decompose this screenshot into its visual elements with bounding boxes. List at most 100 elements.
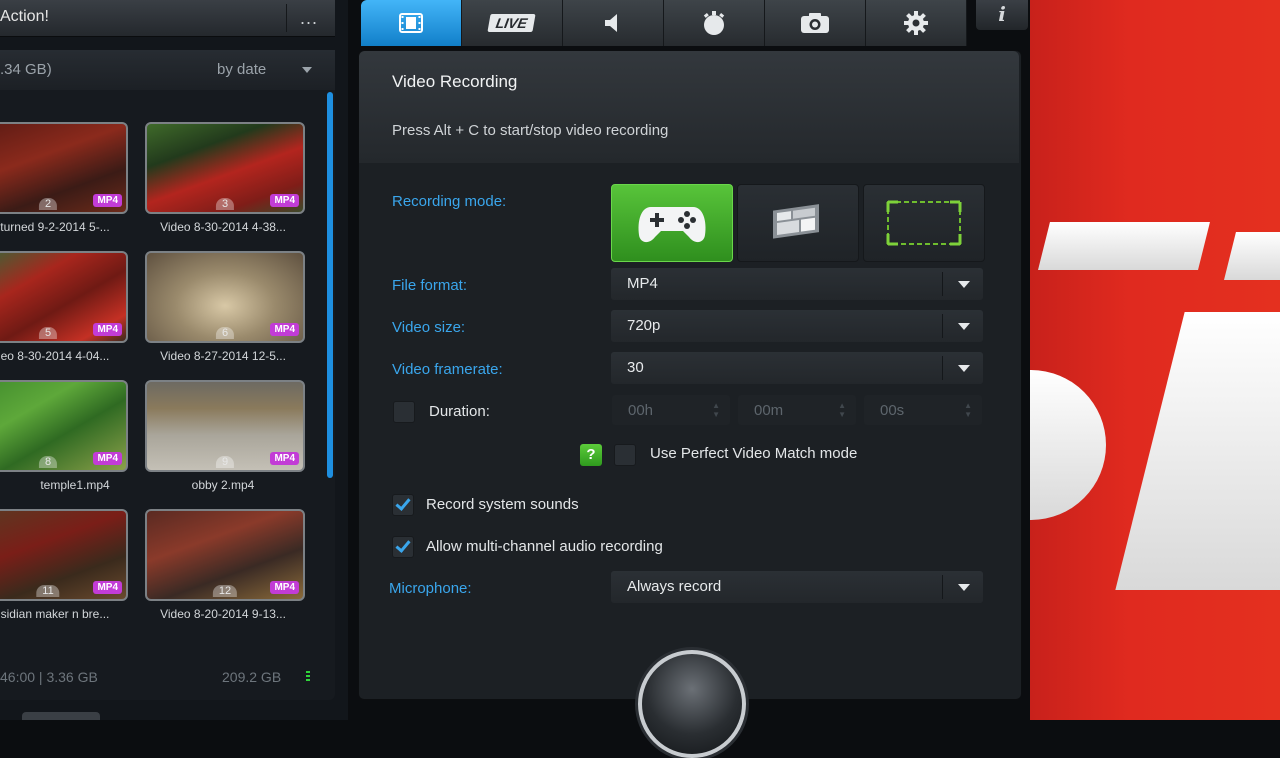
chevron-down-icon[interactable] — [302, 67, 312, 73]
recording-mode-label: Recording mode: — [392, 193, 507, 210]
list-scrollbar[interactable] — [327, 92, 333, 478]
tab-bar: LIVE — [361, 0, 967, 48]
video-thumbnail[interactable]: 3 MP4 — [145, 122, 305, 214]
settings-header — [359, 51, 1019, 163]
file-format-select[interactable]: MP4 — [611, 268, 983, 300]
system-sounds-checkbox[interactable] — [392, 494, 414, 516]
format-badge: MP4 — [93, 323, 122, 336]
perfect-match-checkbox[interactable] — [614, 444, 636, 466]
live-label: LIVE — [487, 14, 537, 32]
video-name: turned 9-2-2014 5-... — [0, 220, 110, 234]
framerate-value: 30 — [627, 359, 644, 376]
mode-desktop-button[interactable] — [737, 184, 859, 262]
chevron-down-icon — [958, 365, 970, 372]
region-select-icon — [886, 200, 962, 246]
film-icon — [399, 13, 423, 33]
video-size-select[interactable]: 720p — [611, 310, 983, 342]
divider — [942, 272, 943, 296]
duration-minutes-input[interactable]: 00m ▲ ▼ — [738, 395, 856, 425]
background-artwork — [1030, 0, 1280, 720]
multichannel-checkbox[interactable] — [392, 536, 414, 558]
duration-seconds-value: 00s — [880, 402, 905, 419]
video-name: temple1.mp4 — [40, 478, 110, 492]
artwork-shape — [1115, 312, 1280, 590]
more-menu-button[interactable]: ... — [286, 4, 331, 32]
tab-screenshot[interactable] — [765, 0, 866, 46]
gamepad-icon — [638, 207, 706, 243]
gear-icon — [904, 11, 928, 35]
chevron-down-icon — [958, 281, 970, 288]
multichannel-label: Allow multi-channel audio recording — [426, 538, 663, 555]
video-size-label: Video size: — [392, 319, 466, 336]
video-thumbnail[interactable]: 2 MP4 — [0, 122, 128, 214]
divider — [942, 314, 943, 338]
app-header — [0, 0, 335, 37]
thumbnail-number: 5 — [38, 327, 58, 339]
thumbnail-number: 11 — [36, 585, 60, 597]
system-sounds-label: Record system sounds — [426, 496, 579, 513]
video-thumbnail[interactable]: 11 MP4 — [0, 509, 128, 601]
thumbnail-number: 3 — [215, 198, 235, 210]
format-badge: MP4 — [93, 452, 122, 465]
stepper-arrows-icon: ▲ ▼ — [964, 401, 972, 419]
video-name: eo 8-30-2014 4-04... — [0, 349, 110, 363]
help-button[interactable]: ? — [580, 444, 602, 466]
microphone-label: Microphone: — [389, 580, 472, 597]
format-badge: MP4 — [93, 194, 122, 207]
duration-hours-input[interactable]: 00h ▲ ▼ — [612, 395, 730, 425]
free-space: 209.2 GB — [222, 669, 282, 685]
thumbnail-number: 6 — [215, 327, 235, 339]
sort-dropdown[interactable]: by date — [217, 61, 266, 78]
framerate-label: Video framerate: — [392, 361, 503, 378]
duration-checkbox[interactable] — [393, 401, 415, 423]
windows-desktop-icon — [773, 204, 819, 239]
tab-audio[interactable] — [563, 0, 664, 46]
duration-minutes-value: 00m — [754, 402, 784, 419]
divider — [942, 356, 943, 380]
thumbnail-number: 8 — [38, 456, 58, 468]
camera-icon — [801, 13, 829, 33]
framerate-select[interactable]: 30 — [611, 352, 983, 384]
mode-region-button[interactable] — [863, 184, 985, 262]
video-thumbnail[interactable]: 9 MP4 — [145, 380, 305, 472]
video-thumbnail[interactable]: 8 MP4 — [0, 380, 128, 472]
file-format-label: File format: — [392, 277, 468, 294]
record-button[interactable] — [638, 650, 746, 758]
format-badge: MP4 — [270, 452, 299, 465]
video-name: Video 8-30-2014 4-38... — [160, 220, 286, 234]
video-thumbnail[interactable]: 5 MP4 — [0, 251, 128, 343]
format-badge: MP4 — [270, 323, 299, 336]
perfect-match-label: Use Perfect Video Match mode — [650, 445, 858, 462]
page-title: Video Recording — [392, 72, 518, 91]
tab-video[interactable] — [361, 0, 462, 46]
tab-live[interactable]: LIVE — [462, 0, 563, 46]
microphone-value: Always record — [627, 578, 722, 595]
divider — [942, 575, 943, 599]
artwork-shape — [1038, 222, 1210, 270]
duration-hours-value: 00h — [628, 402, 654, 419]
bottom-handle[interactable] — [22, 712, 100, 720]
microphone-select[interactable]: Always record — [611, 571, 983, 603]
tab-benchmark[interactable] — [664, 0, 765, 46]
speaker-icon — [605, 14, 617, 32]
file-format-value: MP4 — [627, 275, 658, 292]
video-name: obby 2.mp4 — [191, 478, 255, 492]
hotkey-hint: Press Alt + C to start/stop video record… — [392, 122, 669, 139]
artwork-shape — [1030, 370, 1106, 520]
storage-size: .34 GB) — [0, 61, 52, 78]
stopwatch-icon — [703, 11, 725, 35]
video-thumbnail[interactable]: 12 MP4 — [145, 509, 305, 601]
mode-game-button[interactable] — [611, 184, 733, 262]
video-size-value: 720p — [627, 317, 661, 334]
format-badge: MP4 — [93, 581, 122, 594]
chevron-down-icon — [958, 584, 970, 591]
stepper-arrows-icon: ▲ ▼ — [838, 401, 846, 419]
total-duration: 46:00 | 3.36 GB — [0, 669, 98, 685]
duration-seconds-input[interactable]: 00s ▲ ▼ — [864, 395, 982, 425]
info-button[interactable]: i — [976, 0, 1028, 30]
artwork-shape — [1224, 232, 1280, 280]
tab-settings[interactable] — [866, 0, 967, 46]
disk-indicator-icon — [306, 671, 310, 682]
format-badge: MP4 — [270, 581, 299, 594]
video-thumbnail[interactable]: 6 MP4 — [145, 251, 305, 343]
